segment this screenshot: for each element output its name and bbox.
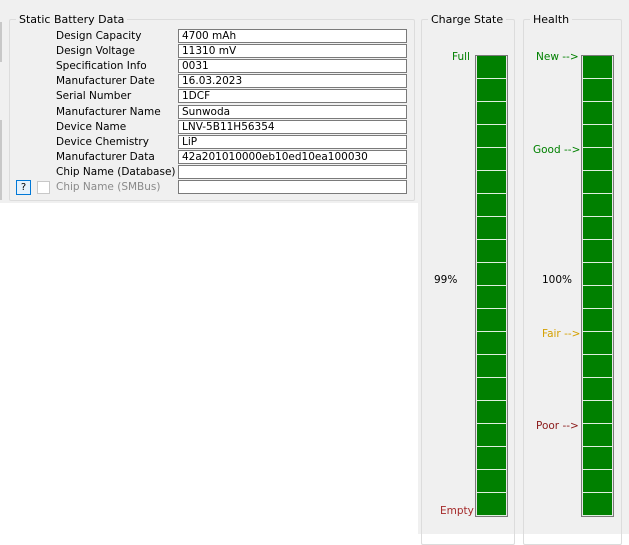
health-segment [583,332,612,355]
charge-segment [477,171,506,194]
charge-full-label: Full [452,51,470,63]
battery-info-value: Sunwoda [178,104,407,119]
battery-info-row: Device Chemistry LiP [0,134,420,150]
charge-empty-label: Empty [440,505,474,517]
health-poor-label: Poor --> [536,420,579,432]
charge-segment [477,309,506,332]
health-segment [583,309,612,332]
battery-info-row: Serial Number 1DCF [0,89,420,104]
charge-segment [477,447,506,470]
health-segment [583,217,612,240]
battery-info-value: 1DCF [178,89,407,104]
health-segment [583,56,612,79]
charge-segment [477,401,506,424]
battery-info-label: Device Name [56,120,127,133]
charge-segment [477,332,506,355]
health-segment [583,171,612,194]
charge-segment [477,125,506,148]
health-segment [583,470,612,493]
health-fair-label: Fair --> [542,328,581,340]
static-battery-data-title: Static Battery Data [19,13,125,26]
charge-segment [477,79,506,102]
health-segment [583,401,612,424]
battery-info-row: Manufacturer Date 16.03.2023 [0,74,420,89]
help-button[interactable]: ? [16,180,31,195]
health-segment [583,79,612,102]
health-segment [583,424,612,447]
health-percent-label: 100% [542,274,573,286]
battery-info-value [178,180,407,194]
battery-info-label: Design Voltage [56,45,135,58]
health-good-label: Good --> [533,144,581,156]
charge-segment [477,194,506,217]
health-segment [583,102,612,125]
battery-info-value: 11310 mV [178,44,407,59]
battery-info-row: Device Name LNV-5B11H56354 [0,119,420,135]
charge-segment [477,102,506,125]
battery-info-value: LNV-5B11H56354 [178,119,407,134]
health-segment [583,194,612,217]
battery-info-label: Chip Name (Database) [56,165,176,178]
battery-info-row: Design Capacity 4700 mAh [0,29,420,44]
charge-segment [477,286,506,309]
battery-info-label: Design Capacity [56,30,142,42]
battery-info-value: 0031 [178,59,407,74]
charge-segment [477,263,506,286]
battery-info-value: LiP [178,134,407,149]
health-segment [583,447,612,470]
health-segment [583,378,612,401]
charge-segment [477,217,506,240]
battery-info-row: Specification Info 0031 [0,59,420,74]
charge-segment [477,355,506,378]
battery-info-label: Manufacturer Date [56,75,155,88]
charge-segment [477,378,506,401]
charge-segment [477,148,506,171]
charge-segment [477,470,506,493]
battery-info-label: Serial Number [56,90,132,103]
health-segment [583,263,612,286]
charge-segment [477,56,506,79]
health-segment [583,493,612,516]
battery-info-value: 42a201010000eb10ed10ea100030 [178,149,407,164]
charge-state-title: Charge State [431,13,504,26]
charge-level-bar [475,55,508,517]
charge-percent-label: 99% [434,274,458,286]
charge-segment [477,493,506,516]
battery-info-label: Chip Name (SMBus) [56,181,161,193]
health-new-label: New --> [536,51,579,63]
health-segment [583,240,612,263]
health-title: Health [533,13,570,26]
charge-segment [477,240,506,263]
battery-info-label: Device Chemistry [56,135,149,148]
battery-info-label: Manufacturer Name [56,105,161,118]
health-segment [583,355,612,378]
battery-info-row: Design Voltage 11310 mV [0,44,420,59]
health-segment [583,148,612,171]
battery-info-value: 4700 mAh [178,29,407,43]
empty-content-area [0,203,418,534]
health-segment [583,286,612,309]
health-level-bar [581,55,614,517]
health-segment [583,125,612,148]
battery-info-value [178,164,407,179]
battery-info-row: Chip Name (SMBus) [0,180,420,195]
smbus-checkbox[interactable] [37,181,50,194]
charge-segment [477,424,506,447]
battery-info-label: Manufacturer Data [56,150,155,163]
battery-info-row: Manufacturer Data 42a201010000eb10ed10ea1… [0,149,420,165]
battery-info-row: Manufacturer Name Sunwoda [0,104,420,120]
battery-info-value: 16.03.2023 [178,74,407,89]
battery-info-label: Specification Info [56,60,147,73]
battery-info-row: Chip Name (Database) [0,164,420,180]
